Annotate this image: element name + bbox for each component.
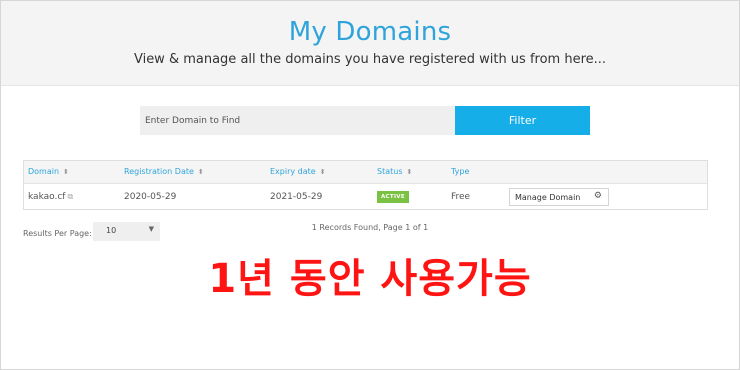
- domain-type: Free: [451, 192, 471, 202]
- registration-date: 2020-05-29: [124, 192, 177, 202]
- domain-search-input[interactable]: [140, 106, 455, 135]
- external-link-icon[interactable]: ⧉: [67, 192, 73, 201]
- column-header-domain[interactable]: Domain ⬍: [28, 167, 69, 176]
- overlay-caption: 1년 동안 사용가능: [208, 256, 532, 302]
- gear-icon: ⚙: [593, 191, 602, 201]
- page-header: My Domains View & manage all the domains…: [1, 1, 739, 86]
- sort-icon[interactable]: ⬍: [198, 168, 204, 176]
- page-title: My Domains: [288, 17, 452, 47]
- column-header-status[interactable]: Status ⬍: [377, 167, 412, 176]
- column-header-expiry-date[interactable]: Expiry date ⬍: [270, 167, 326, 176]
- domains-table: Domain ⬍ Registration Date ⬍ Expiry date ⬍ …: [23, 160, 708, 210]
- status-badge: ACTIVE: [377, 191, 409, 203]
- domain-link[interactable]: kakao.cf ⧉: [28, 192, 73, 202]
- page-subtitle: View & manage all the domains you have r…: [133, 52, 607, 67]
- manage-domain-button[interactable]: Manage Domain ⚙: [509, 188, 609, 206]
- records-summary: 1 Records Found, Page 1 of 1: [311, 223, 429, 232]
- sort-icon[interactable]: ⬍: [320, 168, 326, 176]
- column-header-type: Type: [451, 167, 470, 176]
- expiry-date: 2021-05-29: [270, 192, 323, 202]
- table-header: Domain ⬍ Registration Date ⬍ Expiry date ⬍ …: [24, 161, 707, 184]
- sort-icon[interactable]: ⬍: [407, 168, 413, 176]
- column-header-registration-date[interactable]: Registration Date ⬍: [124, 167, 204, 176]
- sort-icon[interactable]: ⬍: [63, 168, 69, 176]
- manage-domain-label: Manage Domain: [515, 192, 581, 202]
- filter-button[interactable]: Filter: [455, 106, 590, 135]
